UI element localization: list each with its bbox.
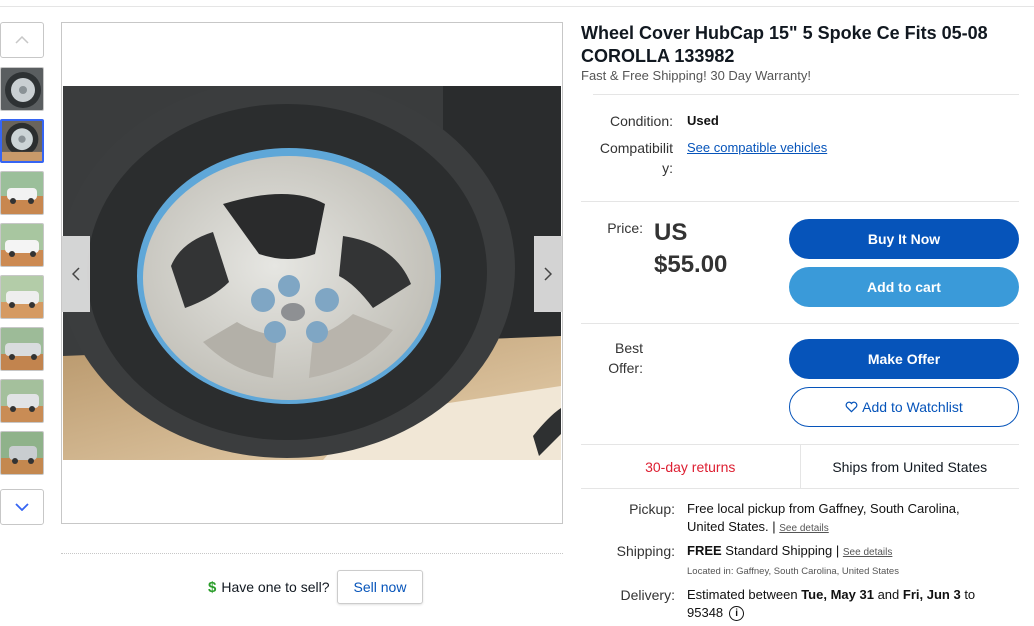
returns-text: 30-day returns — [645, 458, 736, 475]
top-divider — [0, 6, 1034, 7]
watchlist-label: Add to Watchlist — [862, 399, 963, 415]
delivery-value: Estimated between Tue, May 31 and Fri, J… — [687, 587, 976, 622]
shipping-see-details-link[interactable]: See details — [843, 547, 892, 558]
thumbnail-2[interactable] — [0, 119, 44, 163]
listing-title: Wheel Cover HubCap 15" 5 Spoke Ce Fits 0… — [581, 23, 988, 66]
chevron-left-icon — [72, 267, 80, 281]
previous-image-button[interactable] — [62, 236, 90, 312]
chevron-up-icon — [15, 36, 29, 44]
main-image-viewer[interactable] — [61, 22, 563, 524]
thumbnail-scroll-up-button[interactable] — [0, 22, 44, 58]
shipping-value: FREE Standard Shipping | See details — [687, 543, 893, 558]
heart-icon — [845, 401, 858, 413]
pickup-value: Free local pickup from Gaffney, South Ca… — [687, 501, 960, 534]
thumbnail-3[interactable] — [0, 171, 44, 215]
make-offer-button[interactable]: Make Offer — [789, 339, 1019, 379]
thumbnail-4[interactable] — [0, 223, 44, 267]
add-to-watchlist-button[interactable]: Add to Watchlist — [789, 387, 1019, 427]
divider — [581, 201, 1019, 202]
sell-now-button[interactable]: Sell now — [336, 570, 424, 604]
pickup-label: Pickup: — [629, 501, 675, 517]
compatible-vehicles-link[interactable]: See compatible vehicles — [687, 139, 827, 157]
condition-value: Used — [687, 113, 719, 128]
best-offer-label: Best Offer: — [608, 340, 643, 376]
info-icon[interactable]: i — [729, 606, 745, 622]
compatibility-label: Compatibilit y: — [599, 140, 673, 176]
chevron-right-icon — [544, 267, 552, 281]
thumbnail-6[interactable] — [0, 327, 44, 371]
located-in: Located in: Gaffney, South Carolina, Uni… — [687, 566, 899, 577]
thumbnail-1[interactable] — [0, 67, 44, 111]
sell-promo: $ Have one to sell? Sell now — [208, 570, 424, 604]
price-label: Price: — [607, 220, 643, 236]
delivery-label: Delivery: — [620, 587, 675, 603]
dollar-icon: $ — [208, 578, 217, 596]
condition-label: Condition: — [609, 113, 673, 129]
main-product-image — [63, 86, 561, 460]
add-to-cart-button[interactable]: Add to cart — [789, 267, 1019, 307]
ships-from-text: Ships from United States — [832, 458, 988, 475]
thumbnail-scroll-down-button[interactable] — [0, 489, 44, 525]
image-divider — [61, 553, 563, 554]
pickup-see-details-link[interactable]: See details — [779, 523, 828, 534]
listing-subtitle: Fast & Free Shipping! 30 Day Warranty! — [581, 68, 812, 83]
returns-shipping-summary: 30-day returns Ships from United States — [581, 444, 1019, 489]
divider — [593, 94, 1019, 95]
thumbnail-7[interactable] — [0, 379, 44, 423]
thumbnail-8[interactable] — [0, 431, 44, 475]
next-image-button[interactable] — [534, 236, 562, 312]
sell-prompt: Have one to sell? — [221, 579, 330, 595]
thumbnail-5[interactable] — [0, 275, 44, 319]
divider — [581, 323, 1019, 324]
price-value: US $55.00 — [654, 219, 728, 278]
chevron-down-icon — [15, 503, 29, 511]
buy-it-now-button[interactable]: Buy It Now — [789, 219, 1019, 259]
shipping-label: Shipping: — [616, 543, 675, 559]
